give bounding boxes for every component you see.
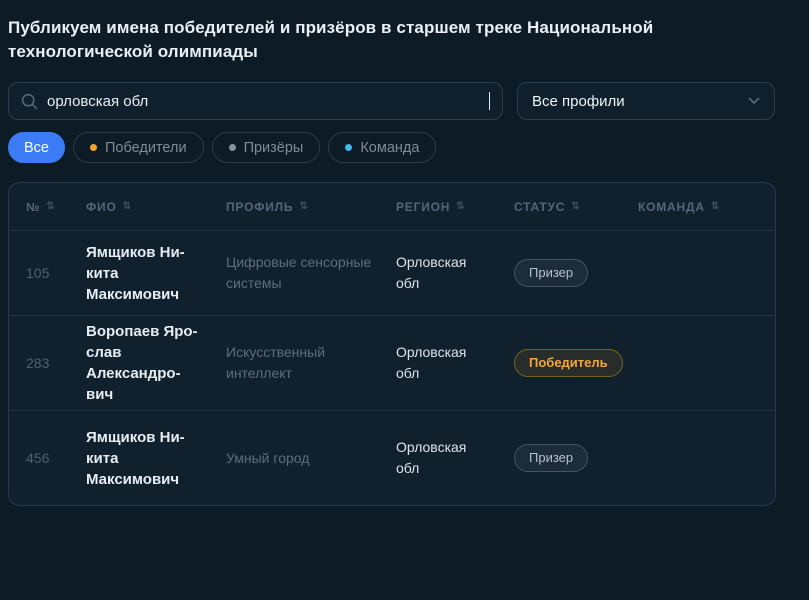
page-root: Публикуем имена победителей и призёров в… xyxy=(0,0,809,506)
profile-select-value: Все профили xyxy=(532,93,625,110)
sort-icon[interactable]: ⇅ xyxy=(456,202,465,212)
profile-select[interactable]: Все профили xyxy=(517,82,775,120)
column-header-region[interactable]: РЕГИОН ⇅ xyxy=(396,200,514,214)
cell-name: Ямщиков Ни- кита Максимович xyxy=(86,427,226,490)
column-header-team[interactable]: КОМАНДА ⇅ xyxy=(638,200,763,214)
cell-profile: Цифровые сенсорные системы xyxy=(226,252,396,294)
team-dot-icon xyxy=(345,144,352,151)
page-title: Публикуем имена победителей и призёров в… xyxy=(8,16,760,64)
cell-num: 456 xyxy=(26,450,86,466)
sort-icon[interactable]: ⇅ xyxy=(46,202,55,212)
status-badge: Победитель xyxy=(514,349,623,377)
sort-icon[interactable]: ⇅ xyxy=(711,202,720,212)
chip-all[interactable]: Все xyxy=(8,132,65,163)
cell-status: Победитель xyxy=(514,349,638,377)
cell-status: Призер xyxy=(514,259,638,287)
table-row: 456 Ямщиков Ни- кита Максимович Умный го… xyxy=(9,411,775,505)
chip-prize-label: Призёры xyxy=(244,140,304,156)
status-badge: Призер xyxy=(514,444,588,472)
chip-winners-label: Победители xyxy=(105,140,187,156)
cell-region: Орловская обл xyxy=(396,437,496,479)
text-caret xyxy=(489,92,491,110)
cell-region: Орловская обл xyxy=(396,342,496,384)
chip-team[interactable]: Команда xyxy=(328,132,436,163)
chevron-down-icon xyxy=(748,97,760,105)
cell-profile: Умный город xyxy=(226,448,396,469)
table-header-row: № ⇅ ФИО ⇅ ПРОФИЛЬ ⇅ РЕГИОН ⇅ СТАТУС ⇅ КО… xyxy=(9,183,775,231)
sort-icon[interactable]: ⇅ xyxy=(299,202,308,212)
chip-prize[interactable]: Призёры xyxy=(212,132,321,163)
column-header-profile[interactable]: ПРОФИЛЬ ⇅ xyxy=(226,200,396,214)
column-header-status[interactable]: СТАТУС ⇅ xyxy=(514,200,638,214)
chip-all-label: Все xyxy=(24,140,49,156)
search-input[interactable] xyxy=(47,93,486,110)
sort-icon[interactable]: ⇅ xyxy=(571,202,580,212)
filters-bar: Все профили xyxy=(8,82,801,120)
column-header-fio[interactable]: ФИО ⇅ xyxy=(86,200,226,214)
table-row: 283 Воропаев Яро- слав Александро- вич И… xyxy=(9,316,775,411)
prize-dot-icon xyxy=(229,144,236,151)
winners-dot-icon xyxy=(90,144,97,151)
cell-status: Призер xyxy=(514,444,638,472)
search-icon xyxy=(21,93,38,110)
table-row: 105 Ямщиков Ни- кита Максимович Цифровые… xyxy=(9,231,775,316)
cell-name: Воропаев Яро- слав Александро- вич xyxy=(86,321,226,405)
status-filter-chips: Все Победители Призёры Команда xyxy=(8,132,801,163)
results-table: № ⇅ ФИО ⇅ ПРОФИЛЬ ⇅ РЕГИОН ⇅ СТАТУС ⇅ КО… xyxy=(8,182,776,506)
cell-name: Ямщиков Ни- кита Максимович xyxy=(86,242,226,305)
chip-team-label: Команда xyxy=(360,140,419,156)
chip-winners[interactable]: Победители xyxy=(73,132,204,163)
status-badge: Призер xyxy=(514,259,588,287)
search-box[interactable] xyxy=(8,82,503,120)
cell-profile: Искусственный интеллект xyxy=(226,342,396,384)
column-header-num[interactable]: № ⇅ xyxy=(26,200,86,214)
sort-icon[interactable]: ⇅ xyxy=(123,202,132,212)
cell-num: 283 xyxy=(26,355,86,371)
cell-region: Орловская обл xyxy=(396,252,496,294)
cell-num: 105 xyxy=(26,265,86,281)
